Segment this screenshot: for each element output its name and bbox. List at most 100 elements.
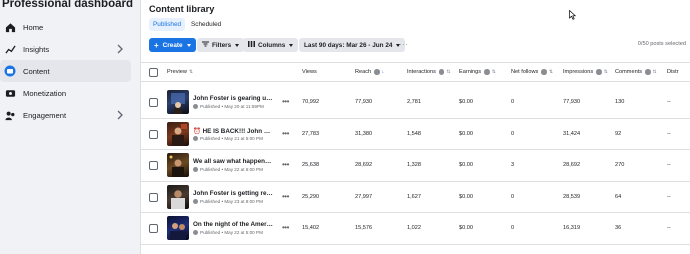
globe-icon — [193, 198, 198, 204]
info-icon — [484, 69, 490, 75]
earnings-cell: $0.00 — [459, 162, 473, 168]
columns-icon — [248, 41, 255, 49]
more-options-icon[interactable]: ··· — [399, 40, 409, 49]
sort-icon: ⇅ — [446, 69, 451, 75]
reach-cell: 28,692 — [355, 162, 373, 168]
post-title[interactable]: John Foster is gearing up to ... — [193, 95, 273, 102]
tab-published[interactable]: Published — [149, 18, 186, 31]
post-title[interactable]: John Foster is getting ready ... — [193, 190, 273, 197]
column-header-impressions[interactable]: Impressions ⇅ — [563, 69, 608, 75]
post-meta: Published • May 21 at 5:00 PM — [193, 135, 263, 141]
views-cell: 25,290 — [302, 193, 320, 200]
info-icon — [541, 69, 547, 75]
columns-button[interactable]: Columns — [243, 38, 299, 52]
net-follows-cell: 0 — [511, 225, 515, 231]
post-thumbnail[interactable] — [167, 90, 189, 114]
net-follows-cell: 0 — [511, 99, 515, 105]
filters-button[interactable]: Filters — [197, 38, 245, 52]
interactions-cell: 1,022 — [407, 225, 421, 231]
select-all-checkbox[interactable] — [149, 67, 158, 77]
row-checkbox[interactable] — [149, 129, 158, 139]
sort-descending-icon: ↓ — [381, 69, 385, 75]
comments-cell: 130 — [615, 99, 625, 105]
dashboard-title: Professional dashboard — [2, 0, 134, 10]
create-button[interactable]: + Create — [149, 38, 196, 52]
column-header-distribution[interactable]: Distr — [667, 69, 679, 75]
post-meta: Published • May 22 at 6:00 PM — [193, 167, 263, 172]
row-more-options-icon[interactable]: ••• — [282, 160, 289, 169]
interactions-cell: 1,548 — [407, 130, 421, 137]
views-cell: 70,992 — [302, 99, 320, 105]
table-row[interactable]: On the night of the America... Published… — [141, 213, 690, 245]
row-checkbox[interactable] — [149, 224, 158, 233]
earnings-cell: $0.00 — [459, 99, 473, 105]
sidebar-item-engagement[interactable]: Engagement — [0, 104, 131, 126]
info-icon — [438, 69, 445, 75]
post-title[interactable]: On the night of the America... — [193, 221, 273, 228]
info-icon — [645, 69, 651, 75]
earnings-cell: $0.00 — [459, 225, 473, 231]
distribution-cell: -- — [667, 162, 671, 168]
post-thumbnail[interactable] — [167, 216, 189, 240]
home-icon — [4, 21, 16, 33]
column-header-comments[interactable]: Comments ⇅ — [615, 69, 657, 75]
post-thumbnail[interactable] — [167, 184, 189, 209]
posts-selected-count: 0/50 posts selected — [637, 41, 686, 47]
column-header-views[interactable]: Views — [302, 69, 317, 75]
globe-icon — [193, 167, 198, 172]
column-header-preview[interactable]: Preview ⇅ — [167, 69, 193, 75]
comments-cell: 64 — [615, 193, 622, 200]
views-cell: 27,783 — [302, 130, 320, 137]
date-range-button[interactable]: Last 90 days: Mar 26 - Jun 24 — [299, 38, 406, 52]
sidebar: Professional dashboard Home Insights Con… — [0, 0, 134, 254]
net-follows-cell: 0 — [511, 193, 515, 200]
row-checkbox[interactable] — [149, 98, 158, 107]
reach-cell: 77,930 — [355, 99, 373, 105]
table-row[interactable]: John Foster is gearing up to ... Publish… — [141, 87, 690, 119]
post-thumbnail[interactable] — [167, 153, 189, 177]
plus-icon: + — [154, 40, 159, 50]
table-header: Preview ⇅ Views Reach ↓ Interactions ⇅ Earn… — [141, 62, 690, 82]
table-row[interactable]: ⏰ HE IS BACK!!! John Foste... Published … — [141, 119, 690, 150]
row-more-options-icon[interactable]: ••• — [282, 129, 289, 138]
post-meta: Published • May 23 at 8:00 PM — [193, 198, 263, 204]
sort-icon: ⇅ — [652, 69, 657, 75]
column-header-interactions[interactable]: Interactions ⇅ — [407, 69, 451, 75]
views-cell: 15,402 — [302, 225, 320, 231]
chevron-right-icon — [117, 110, 123, 120]
impressions-cell: 77,930 — [563, 99, 581, 105]
date-range-label: Last 90 days: Mar 26 - Jun 24 — [304, 41, 393, 49]
distribution-cell: -- — [667, 225, 671, 231]
comments-cell: 92 — [615, 130, 622, 137]
comments-cell: 36 — [615, 225, 622, 231]
sidebar-item-insights[interactable]: Insights — [0, 38, 131, 60]
table-row[interactable]: John Foster is getting ready ... Publish… — [141, 182, 690, 213]
sort-icon: ⇅ — [491, 69, 496, 75]
impressions-cell: 28,692 — [563, 162, 581, 168]
reach-cell: 31,380 — [355, 130, 373, 137]
row-checkbox[interactable] — [149, 192, 158, 202]
sort-icon: ⇅ — [188, 69, 194, 75]
row-more-options-icon[interactable]: ••• — [282, 223, 289, 232]
reach-cell: 27,997 — [355, 193, 373, 200]
impressions-cell: 31,424 — [563, 130, 581, 137]
post-title[interactable]: ⏰ HE IS BACK!!! John Foste... — [193, 127, 273, 135]
sidebar-item-label: Content — [23, 66, 50, 76]
chevron-right-icon — [117, 44, 123, 54]
sidebar-item-monetization[interactable]: Monetization — [0, 82, 131, 104]
post-title[interactable]: We all saw what happened ... — [193, 158, 273, 165]
column-header-earnings[interactable]: Earnings ⇅ — [459, 69, 496, 75]
sidebar-item-home[interactable]: Home — [0, 16, 131, 38]
post-thumbnail[interactable] — [167, 121, 189, 146]
sidebar-item-content[interactable]: Content — [0, 60, 131, 82]
info-icon — [374, 69, 380, 75]
column-header-reach[interactable]: Reach ↓ — [355, 69, 384, 75]
row-more-options-icon[interactable]: ••• — [282, 97, 289, 106]
row-more-options-icon[interactable]: ••• — [282, 192, 289, 201]
sidebar-item-label: Insights — [23, 44, 50, 54]
views-cell: 25,638 — [302, 162, 320, 168]
column-header-net-follows[interactable]: Net follows ⇅ — [511, 69, 553, 75]
table-row[interactable]: We all saw what happened ... Published •… — [141, 150, 690, 182]
row-checkbox[interactable] — [149, 161, 158, 170]
tab-scheduled[interactable]: Scheduled — [187, 18, 225, 31]
